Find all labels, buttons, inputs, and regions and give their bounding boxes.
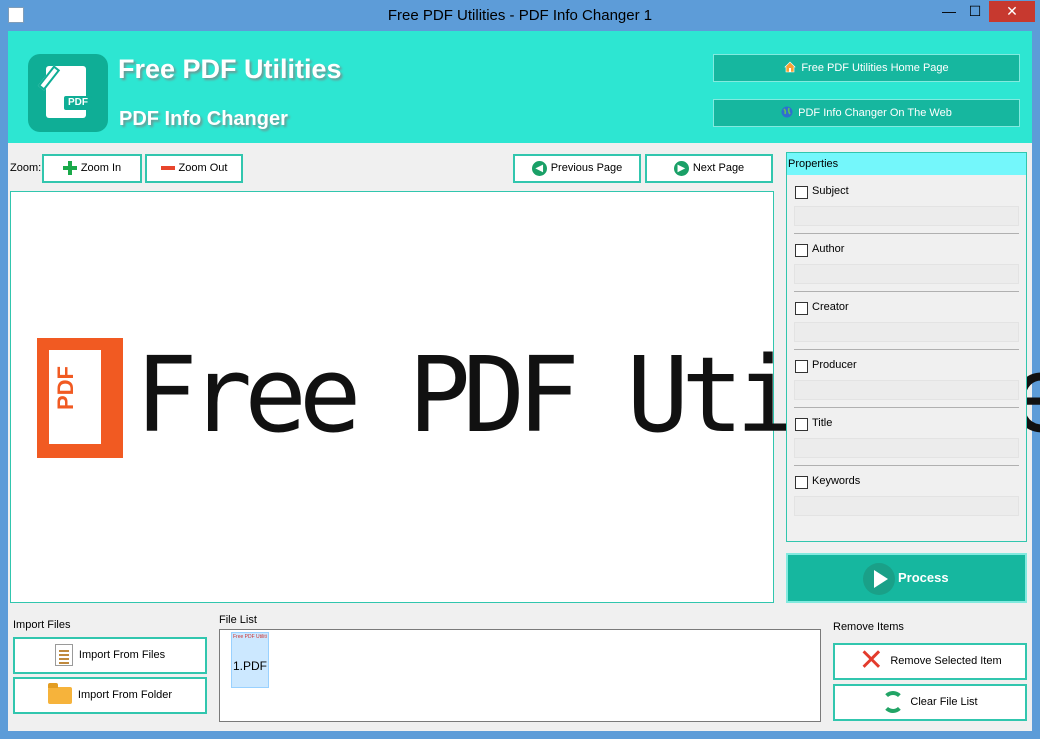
import-from-files-button[interactable]: Import From Files	[13, 637, 207, 674]
zoom-out-label: Zoom Out	[178, 162, 228, 174]
app-subtitle: PDF Info Changer	[119, 108, 288, 130]
arrow-left-circle-icon: ◀	[531, 160, 547, 176]
arrow-right-circle-icon: ▶	[673, 160, 689, 176]
plus-icon	[62, 161, 77, 176]
producer-label: Producer	[812, 359, 857, 371]
creator-checkbox[interactable]	[795, 302, 808, 315]
refresh-icon	[882, 691, 905, 714]
property-keywords: Keywords	[794, 470, 1019, 528]
pdf-logo-image: PDF	[37, 338, 123, 458]
zoom-out-button[interactable]: Zoom Out	[145, 154, 243, 183]
home-page-link-label: Free PDF Utilities Home Page	[801, 62, 949, 74]
properties-panel: Properties Subject Author Creator Produc…	[786, 152, 1027, 542]
author-label: Author	[812, 243, 845, 255]
property-subject: Subject	[794, 180, 1019, 238]
pdf-preview-pane[interactable]: PDF Free PDF Utilities	[10, 191, 1040, 603]
clear-file-list-button[interactable]: Clear File List	[833, 684, 1027, 721]
zoom-in-button[interactable]: Zoom In	[42, 154, 142, 183]
play-triangle	[874, 570, 888, 588]
property-author: Author	[794, 238, 1019, 296]
close-button[interactable]: ✕	[989, 1, 1035, 22]
creator-label: Creator	[812, 301, 849, 313]
file-list-item[interactable]: Free PDF Utilities 1.PDF	[231, 632, 269, 688]
keywords-field[interactable]	[794, 496, 1019, 516]
next-page-label: Next Page	[692, 162, 745, 174]
author-field[interactable]	[794, 264, 1019, 284]
window-title: Free PDF Utilities - PDF Info Changer 1	[387, 7, 653, 24]
globe-icon	[781, 106, 793, 118]
process-button[interactable]: Process	[786, 553, 1027, 603]
previous-page-button[interactable]: ◀ Previous Page	[513, 154, 641, 183]
creator-field[interactable]	[794, 322, 1019, 342]
app-window: Free PDF Utilities - PDF Info Changer 1 …	[0, 0, 1040, 739]
property-producer: Producer	[794, 354, 1019, 412]
zoom-in-label: Zoom In	[80, 162, 122, 174]
separator	[794, 465, 1019, 466]
author-checkbox[interactable]	[795, 244, 808, 257]
remove-selected-item-button[interactable]: ✕ Remove Selected Item	[833, 643, 1027, 680]
process-label: Process	[898, 570, 949, 585]
pdf-logo-inner: PDF	[49, 350, 101, 444]
producer-checkbox[interactable]	[795, 360, 808, 373]
import-from-folder-label: Import From Folder	[77, 689, 173, 701]
pdf-logo-text: PDF	[53, 366, 78, 410]
maximize-button[interactable]: ☐	[962, 1, 988, 22]
producer-field[interactable]	[794, 380, 1019, 400]
web-link-button[interactable]: PDF Info Changer On The Web	[713, 99, 1020, 127]
keywords-label: Keywords	[812, 475, 861, 487]
next-page-button[interactable]: ▶ Next Page	[645, 154, 773, 183]
minimize-button[interactable]: —	[936, 1, 962, 22]
file-thumbnail: Free PDF Utilities	[233, 634, 267, 640]
separator	[794, 407, 1019, 408]
red-x-icon: ✕	[858, 644, 884, 678]
file-list-label: File List	[219, 614, 257, 626]
app-logo: PDF	[28, 54, 108, 132]
previous-page-label: Previous Page	[550, 162, 623, 174]
separator	[794, 291, 1019, 292]
property-title: Title	[794, 412, 1019, 470]
home-page-link-button[interactable]: Free PDF Utilities Home Page	[713, 54, 1020, 82]
keywords-checkbox[interactable]	[795, 476, 808, 489]
title-checkbox[interactable]	[795, 418, 808, 431]
remove-selected-item-label: Remove Selected Item	[890, 655, 1002, 667]
import-from-files-label: Import From Files	[78, 649, 166, 661]
separator	[794, 349, 1019, 350]
import-files-label: Import Files	[13, 619, 71, 631]
remove-items-label: Remove Items	[833, 621, 904, 633]
logo-text: PDF	[64, 96, 92, 110]
web-link-label: PDF Info Changer On The Web	[798, 107, 952, 119]
title-bar[interactable]: Free PDF Utilities - PDF Info Changer 1 …	[0, 0, 1040, 31]
zoom-label: Zoom:	[10, 162, 42, 174]
title-label: Title	[812, 417, 833, 429]
file-name: 1.PDF	[232, 659, 267, 673]
folder-icon	[47, 682, 72, 704]
properties-header: Properties	[787, 153, 1026, 175]
subject-field[interactable]	[794, 206, 1019, 226]
minus-icon	[160, 166, 175, 171]
clear-file-list-label: Clear File List	[910, 696, 978, 708]
document-list-icon	[54, 644, 73, 667]
import-from-folder-button[interactable]: Import From Folder	[13, 677, 207, 714]
play-icon	[863, 563, 895, 595]
subject-label: Subject	[812, 185, 849, 197]
home-icon	[784, 61, 797, 73]
app-title: Free PDF Utilities	[118, 54, 342, 84]
subject-checkbox[interactable]	[795, 186, 808, 199]
property-creator: Creator	[794, 296, 1019, 354]
file-list[interactable]: Free PDF Utilities 1.PDF	[219, 629, 821, 722]
separator	[794, 233, 1019, 234]
title-field[interactable]	[794, 438, 1019, 458]
